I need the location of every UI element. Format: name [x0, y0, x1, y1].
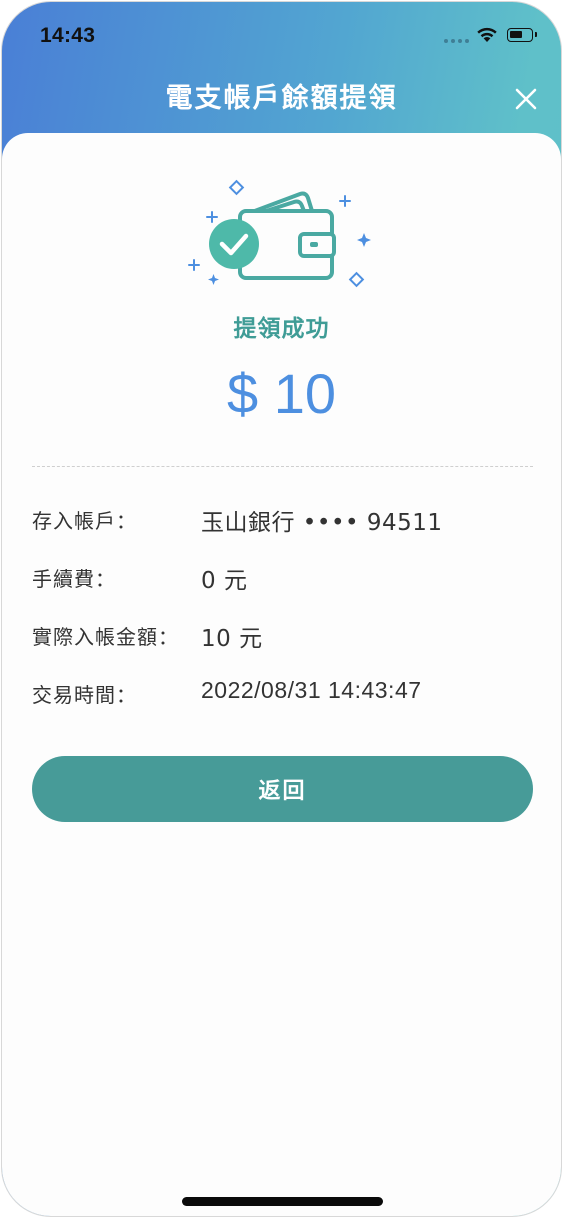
detail-value: 2022/08/31 14:43:47 [201, 677, 422, 703]
detail-label: 手續費： [32, 567, 116, 591]
transaction-details: 存入帳戶： 玉山銀行 •••• 94511 手續費： 0 元 實際入帳金額： 1… [32, 501, 533, 733]
home-indicator[interactable] [182, 1197, 383, 1206]
dashed-divider [32, 466, 533, 467]
wallet-success-icon [188, 179, 371, 288]
detail-label: 交易時間： [32, 683, 137, 707]
content-sheet: 提領成功 $ 10 存入帳戶： 玉山銀行 •••• 94511 手續費： 0 元… [2, 133, 561, 1216]
detail-value: 0 元 [201, 568, 248, 594]
battery-icon [507, 28, 537, 42]
status-time: 14:43 [40, 24, 96, 47]
detail-value: 10 元 [201, 626, 263, 652]
detail-row-fee: 手續費： 0 元 [32, 559, 533, 617]
withdraw-amount: $ 10 [227, 362, 336, 425]
phone-frame: 14:43 電支帳戶餘額提領 提領成功 $ 10 存入帳戶： 玉山銀行 ••••… [1, 1, 562, 1217]
cellular-signal-icon [444, 39, 469, 43]
detail-row-deposit-account: 存入帳戶： 玉山銀行 •••• 94511 [32, 501, 533, 559]
detail-label: 實際入帳金額： [32, 625, 179, 649]
return-button[interactable]: 返回 [32, 756, 533, 822]
detail-value: 玉山銀行 •••• 94511 [201, 510, 443, 536]
wifi-icon [477, 27, 497, 42]
detail-label: 存入帳戶： [32, 509, 137, 533]
close-button[interactable] [511, 84, 541, 114]
page-title: 電支帳戶餘額提領 [165, 83, 398, 114]
detail-row-transaction-time: 交易時間： 2022/08/31 14:43:47 [32, 675, 533, 733]
close-icon [515, 88, 537, 110]
status-bar: 14:43 [2, 2, 561, 68]
result-title: 提領成功 [233, 316, 330, 342]
detail-row-actual-amount: 實際入帳金額： 10 元 [32, 617, 533, 675]
